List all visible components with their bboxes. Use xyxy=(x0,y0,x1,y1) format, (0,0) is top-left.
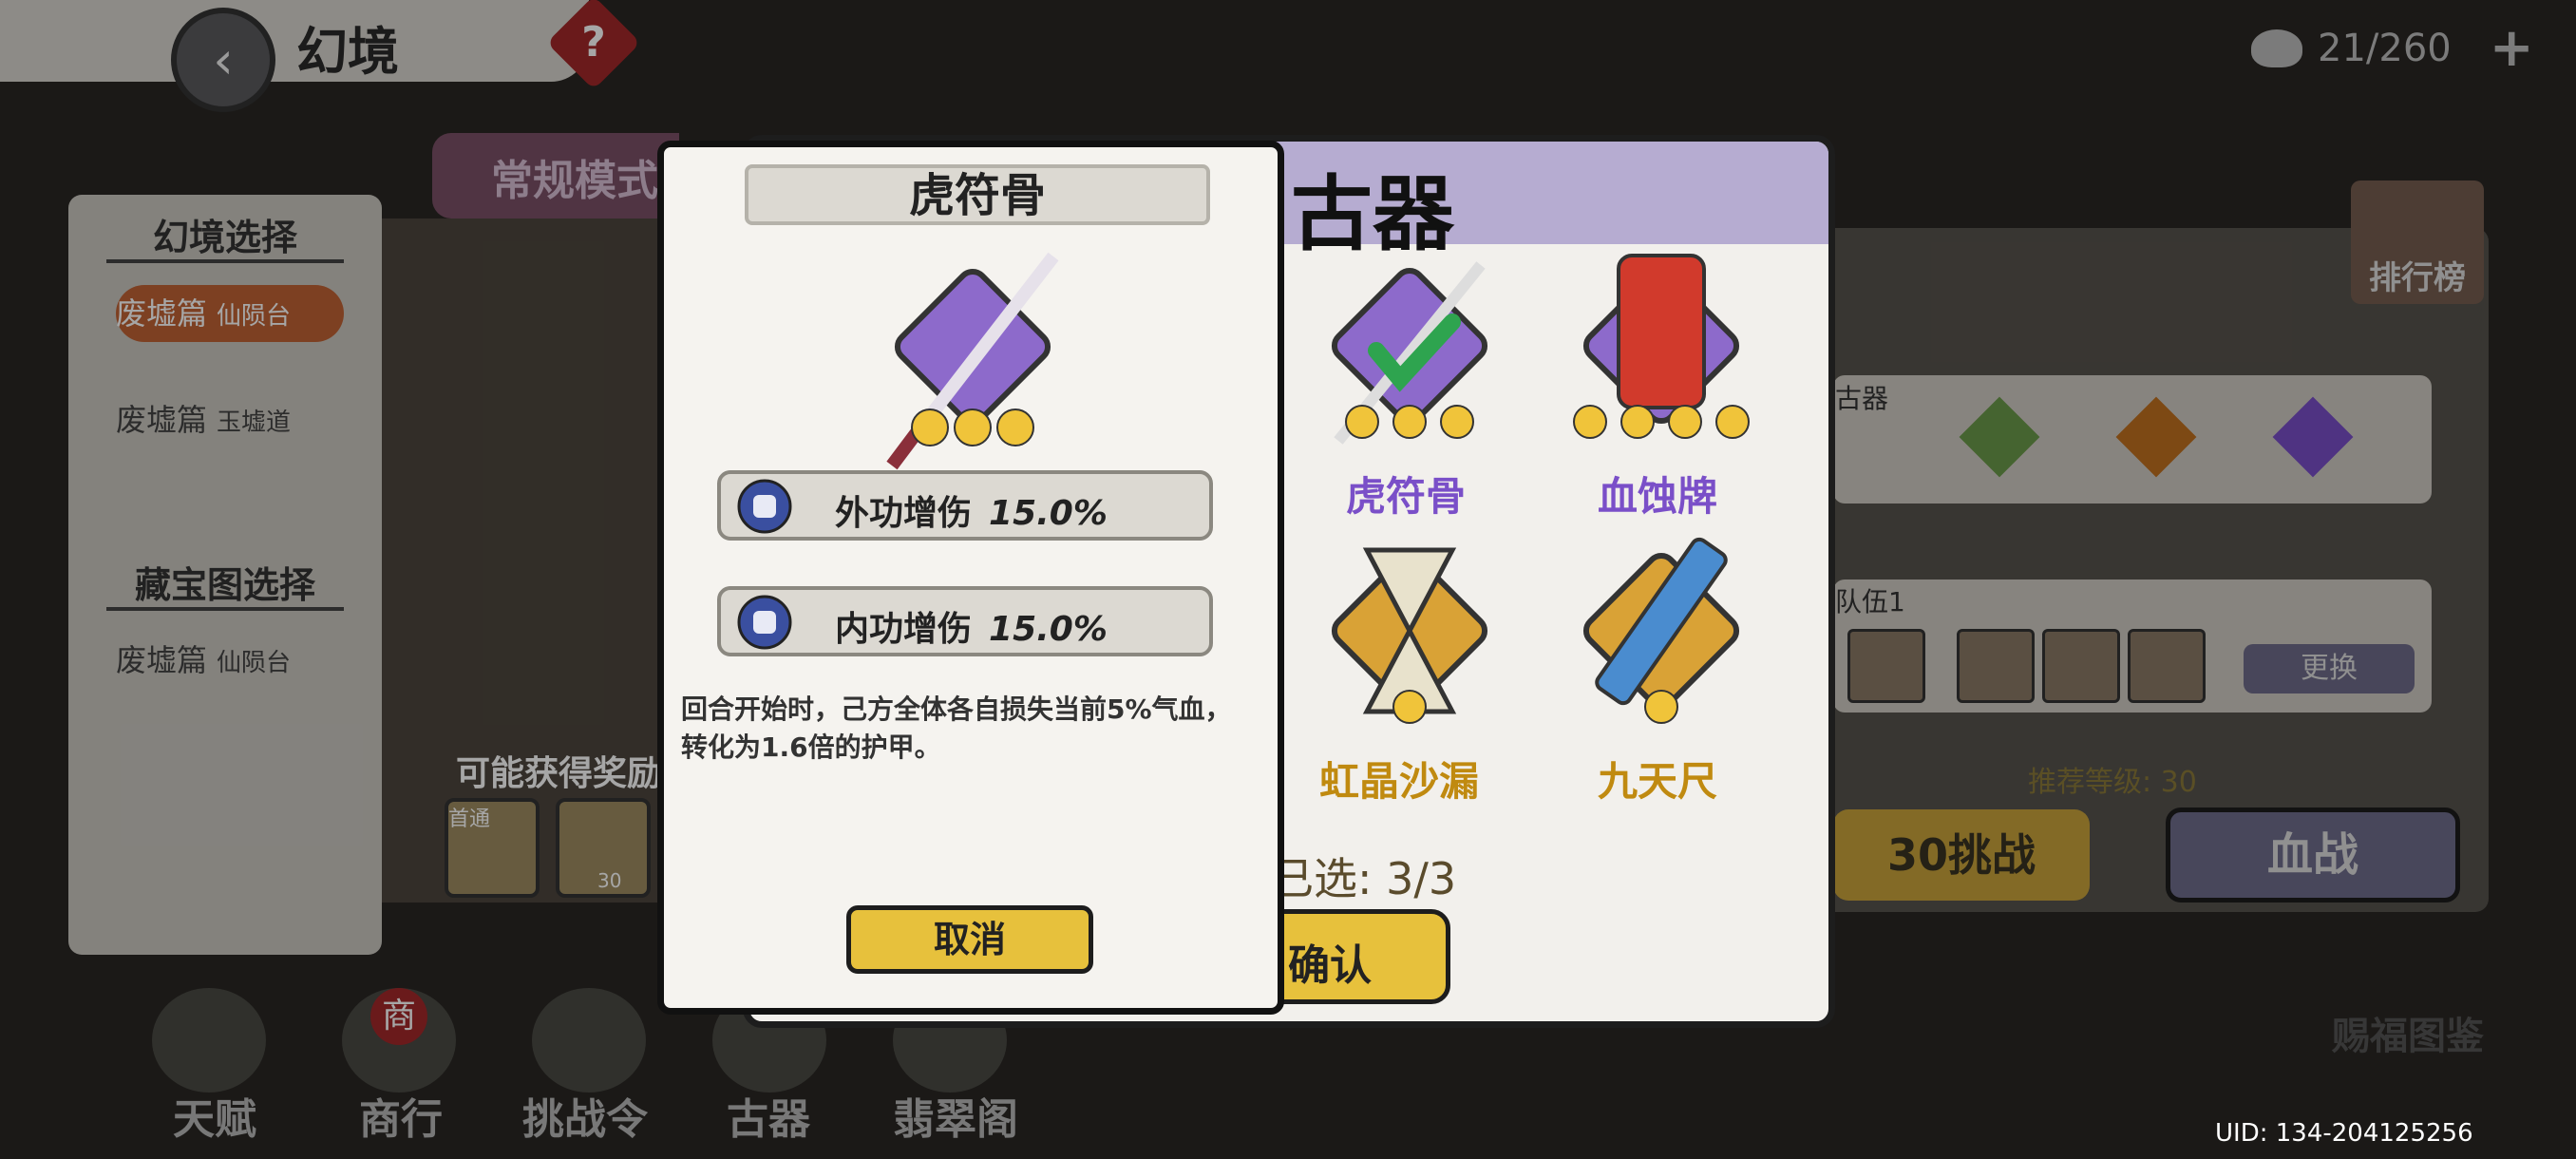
fist-icon xyxy=(737,479,792,534)
artifact-name: 九天尺 xyxy=(1598,758,1718,805)
artifact-detail-dialog: 虎符骨 外功增伤 15.0% 内功增伤 15.0% 回合开始时，己方全体各自损失当前… xyxy=(657,141,1284,1015)
artifact-nine-heaven-ruler-icon[interactable] xyxy=(1552,531,1771,731)
artifact-name: 虎符骨 xyxy=(1346,473,1467,520)
artifact-detail-icon xyxy=(886,252,1059,470)
artifact-rainbow-hourglass-icon[interactable] xyxy=(1300,531,1519,731)
user-id: UID: 134-204125256 xyxy=(2215,1119,2473,1148)
artifact-name: 虹晶沙漏 xyxy=(1319,758,1480,805)
selection-progress: 已选: 3/3 xyxy=(1270,853,1457,904)
detail-title-banner: 虎符骨 xyxy=(745,164,1210,225)
stat-row-external: 外功增伤 15.0% xyxy=(717,470,1213,541)
cancel-button[interactable]: 取消 xyxy=(846,905,1093,974)
stat-name: 内功增伤 xyxy=(835,610,973,649)
stat-row-internal: 内功增伤 15.0% xyxy=(717,586,1213,656)
stat-value: 15.0% xyxy=(989,610,1108,649)
artifact-description: 回合开始时，己方全体各自损失当前5%气血，转化为1.6倍的护甲。 xyxy=(681,694,1232,763)
artifact-tiger-bone-icon[interactable] xyxy=(1300,246,1519,446)
artifact-name: 血蚀牌 xyxy=(1598,473,1718,520)
artifact-blood-plate-icon[interactable] xyxy=(1552,246,1771,446)
stat-name: 外功增伤 xyxy=(835,494,973,533)
stat-value: 15.0% xyxy=(989,494,1108,533)
detail-title: 虎符骨 xyxy=(908,169,1046,222)
stat-label: 外功增伤 15.0% xyxy=(835,485,1108,535)
stat-label: 内功增伤 15.0% xyxy=(835,601,1108,651)
palm-icon xyxy=(737,595,792,650)
